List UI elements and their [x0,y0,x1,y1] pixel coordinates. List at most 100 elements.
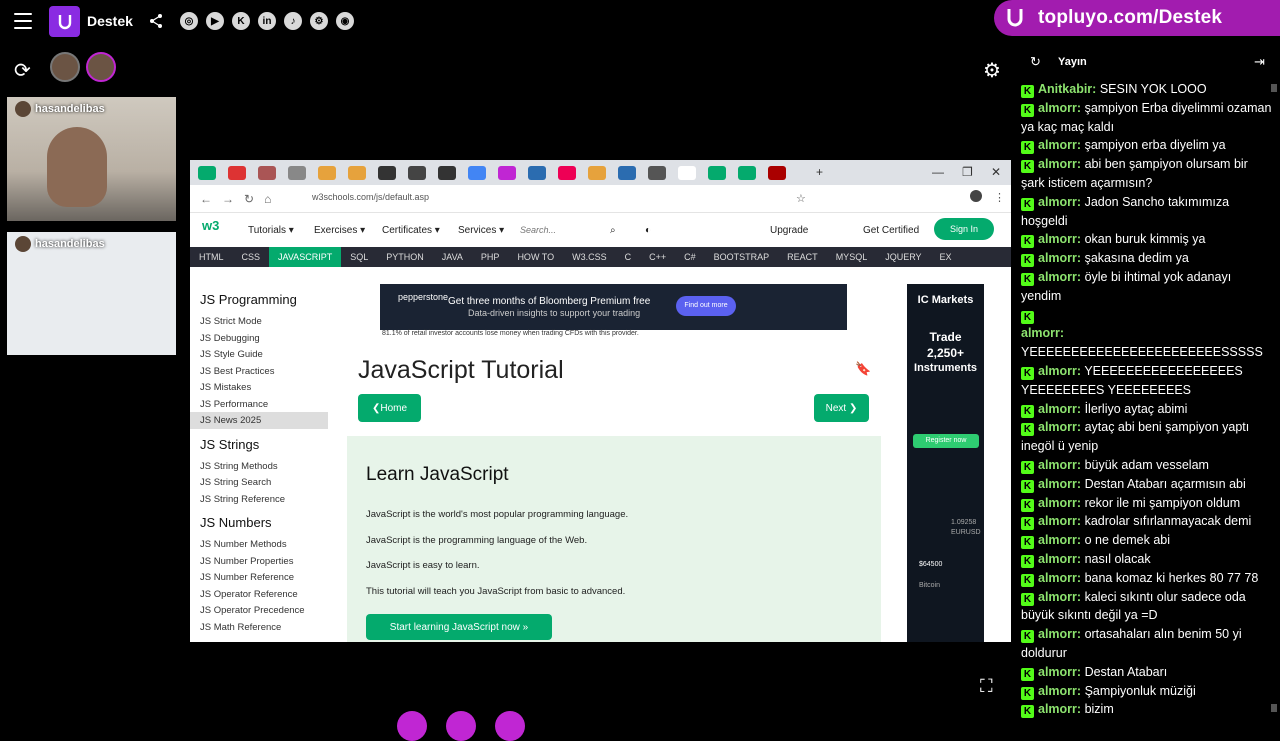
browser-tab[interactable] [378,165,396,180]
chat-username[interactable]: almorr: [1038,364,1081,378]
chat-username[interactable]: almorr: [1038,138,1081,152]
browser-tab[interactable] [228,165,246,180]
sidebar-link[interactable]: JS Mistakes [190,379,328,396]
more-menu-icon[interactable]: ⋮ [994,191,1005,204]
browser-tab[interactable] [528,165,546,180]
lang-tab[interactable]: PHP [472,247,509,267]
reaction-button[interactable] [397,711,427,741]
browser-tab[interactable] [438,165,456,180]
reaction-button[interactable] [495,711,525,741]
chat-username[interactable]: almorr: [1038,590,1081,604]
lang-tab[interactable]: PYTHON [377,247,433,267]
theme-toggle-icon[interactable]: ◐ [645,225,651,236]
sidebar-link[interactable]: JS Number Methods [190,536,328,553]
channel-logo[interactable] [49,6,80,37]
browser-tab[interactable] [408,165,426,180]
browser-tab[interactable] [498,165,516,180]
fullscreen-icon[interactable]: ⛶ [980,676,993,697]
chat-username[interactable]: almorr: [1038,458,1081,472]
chat-username[interactable]: almorr: [1038,514,1081,528]
new-tab-icon[interactable]: + [816,165,823,179]
avatar-active[interactable] [86,52,116,82]
lang-tab[interactable]: JAVASCRIPT [269,247,342,267]
sidebar-link[interactable]: JS Best Practices [190,363,328,380]
sidebar-link[interactable]: JS Debugging [190,330,328,347]
restore-icon[interactable]: ❐ [962,165,973,179]
browser-tab[interactable] [348,165,366,180]
chat-username[interactable]: almorr: [1038,402,1081,416]
browser-tab[interactable] [198,165,216,180]
reaction-button[interactable] [446,711,476,741]
chat-username[interactable]: almorr: [1038,627,1081,641]
sidebar-link[interactable]: JS Style Guide [190,346,328,363]
profile-icon[interactable] [970,190,982,202]
chat-username[interactable]: almorr: [1038,684,1081,698]
channel-name[interactable]: Destek [87,13,133,29]
chat-username[interactable]: almorr: [1038,195,1081,209]
ic-markets-ad[interactable]: IC Markets Trade 2,250+ Instruments Regi… [907,284,984,642]
chat-username[interactable]: almorr: [1038,477,1081,491]
settings-gear-icon[interactable]: ⚙ [983,58,1001,83]
menu-certificates[interactable]: Certificates ▾ [382,225,440,236]
lang-tab[interactable]: C++ [640,247,675,267]
get-certified-link[interactable]: Get Certified [863,225,919,236]
kick-icon[interactable]: K [232,12,250,30]
promo-banner[interactable]: topluyo.com/Destek [994,0,1280,36]
w3schools-logo[interactable]: w3 [202,218,219,233]
lang-tab[interactable]: JAVA [433,247,472,267]
lang-tab[interactable]: CSS [233,247,270,267]
lang-tab[interactable]: HTML [190,247,233,267]
browser-tab[interactable] [738,165,756,180]
lang-tab[interactable]: HOW TO [508,247,563,267]
next-button[interactable]: Next ❯ [814,394,869,422]
upgrade-link[interactable]: Upgrade [770,225,808,236]
sidebar-link[interactable]: JS String Reference [190,491,328,508]
github-icon[interactable]: ◉ [336,12,354,30]
browser-tab[interactable] [468,165,486,180]
back-icon[interactable]: ← [200,192,212,206]
linkedin-icon[interactable]: in [258,12,276,30]
sidebar-link[interactable]: JS Performance [190,396,328,413]
reload-icon[interactable]: ↻ [244,192,254,206]
sidebar-link[interactable]: JS String Methods [190,458,328,475]
lang-tab[interactable]: C [616,247,641,267]
browser-tab[interactable] [318,165,336,180]
chat-username[interactable]: almorr: [1038,157,1081,171]
tiktok-icon[interactable]: ♪ [284,12,302,30]
sidebar-link[interactable]: JS Math Reference [190,619,328,636]
lang-tab[interactable]: REACT [778,247,827,267]
sidebar-link[interactable]: JS String Search [190,474,328,491]
chat-username[interactable]: almorr: [1038,552,1081,566]
lang-tab[interactable]: JQUERY [876,247,930,267]
sidebar-link[interactable]: JS Strict Mode [190,313,328,330]
browser-tab[interactable] [708,165,726,180]
bookmark-star-icon[interactable]: ☆ [796,192,806,205]
menu-services[interactable]: Services ▾ [458,225,504,236]
ad-cta-button[interactable]: Find out more [676,296,736,316]
search-input[interactable] [520,221,620,239]
chat-username[interactable]: almorr: [1021,326,1064,340]
chat-username[interactable]: almorr: [1038,420,1081,434]
youtube-icon[interactable]: ▶ [206,12,224,30]
chat-username[interactable]: almorr: [1038,270,1081,284]
chat-username[interactable]: almorr: [1038,232,1081,246]
chat-username[interactable]: almorr: [1038,101,1081,115]
sidebar-link[interactable]: JS News 2025 [190,412,328,429]
chat-username[interactable]: Anitkabir: [1038,82,1096,96]
instagram-icon[interactable]: ◎ [180,12,198,30]
lang-tab[interactable]: SQL [341,247,377,267]
chat-username[interactable]: almorr: [1038,251,1081,265]
ad-register-button[interactable]: Register now [913,434,979,448]
chat-scrollbar[interactable] [1269,84,1279,720]
refresh-icon[interactable]: ⟳ [14,58,31,83]
home-icon[interactable]: ⌂ [264,192,271,206]
sign-in-button[interactable]: Sign In [934,218,994,240]
bookmark-icon[interactable]: 🔖 [855,361,871,377]
share-icon[interactable] [148,13,164,29]
home-button[interactable]: ❮Home [358,394,421,422]
url-field[interactable]: w3schools.com/js/default.asp [312,192,429,202]
browser-tab[interactable] [648,165,666,180]
browser-tab-active[interactable] [678,165,696,180]
browser-tab[interactable] [258,165,276,180]
menu-icon[interactable] [14,13,32,29]
